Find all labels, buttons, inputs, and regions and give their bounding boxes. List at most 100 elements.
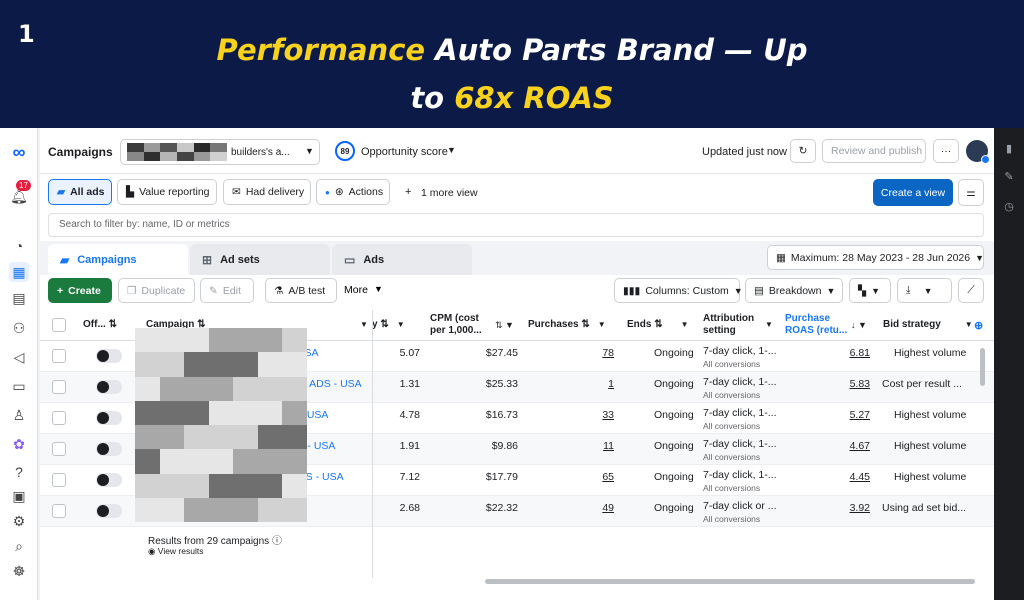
purchases-value[interactable]: 49 bbox=[570, 502, 614, 514]
mosaic-cell bbox=[135, 352, 160, 377]
col-bid-strategy[interactable]: Bid strategy ▼ bbox=[883, 310, 973, 340]
clock-icon[interactable]: ◷ bbox=[1002, 200, 1016, 214]
row-checkbox[interactable] bbox=[52, 380, 66, 394]
breakdown-button[interactable]: ▤ Breakdown ▼ bbox=[745, 278, 843, 303]
actions-button[interactable]: ● ⊛ Actions bbox=[316, 179, 390, 205]
billing-icon[interactable]: ▭ bbox=[9, 376, 29, 396]
ends-value: Ongoing bbox=[654, 471, 694, 483]
sliders-button[interactable]: ⚌ bbox=[958, 179, 984, 206]
account-selector[interactable]: builders's a... ▼ bbox=[120, 139, 320, 165]
duplicate-button[interactable]: ❐ Duplicate bbox=[118, 278, 195, 303]
col-roas[interactable]: Purchase ROAS (retu... bbox=[785, 310, 849, 340]
row-checkbox[interactable] bbox=[52, 442, 66, 456]
bar-chart-icon[interactable]: ▮ bbox=[1002, 142, 1016, 156]
chevron-down-icon[interactable]: ▼ bbox=[360, 320, 368, 329]
document-icon[interactable]: ▤ bbox=[9, 288, 29, 308]
gear-icon[interactable]: ⚙ bbox=[9, 511, 29, 531]
col-ends[interactable]: Ends ⇅ ▼ bbox=[627, 310, 689, 340]
megaphone-icon[interactable]: ◁ bbox=[9, 347, 29, 367]
campaign-toggle[interactable] bbox=[96, 380, 122, 394]
sort-icon: ⇅ bbox=[581, 319, 590, 330]
tab-ads[interactable]: ▭ Ads bbox=[332, 244, 472, 275]
col-offon[interactable]: Off... ⇅ bbox=[83, 310, 117, 340]
frequency-value: 1.31 bbox=[399, 378, 420, 390]
add-column-icon[interactable]: ⊕ bbox=[974, 319, 983, 332]
campaign-toggle[interactable] bbox=[96, 442, 122, 456]
row-checkbox[interactable] bbox=[52, 473, 66, 487]
roas-value[interactable]: 5.27 bbox=[820, 409, 870, 421]
col-attribution[interactable]: Attribution setting bbox=[703, 310, 763, 340]
col-frequency[interactable]: y ⇅ ▼ bbox=[372, 310, 405, 340]
mosaic-cell bbox=[135, 425, 160, 450]
row-checkbox[interactable] bbox=[52, 504, 66, 518]
sort-icon[interactable]: ⇅ ▼ bbox=[495, 320, 514, 331]
purchases-value[interactable]: 1 bbox=[570, 378, 614, 390]
purchases-value[interactable]: 33 bbox=[570, 409, 614, 421]
horizontal-scrollbar[interactable] bbox=[485, 579, 975, 584]
purchases-value[interactable]: 65 bbox=[570, 471, 614, 483]
select-all-checkbox[interactable] bbox=[52, 318, 66, 332]
audience-icon[interactable]: ⚇ bbox=[9, 318, 29, 338]
meta-logo-icon[interactable]: ∞ bbox=[9, 142, 29, 162]
col-cpm[interactable]: CPM (cost per 1,000... bbox=[430, 310, 490, 340]
help-icon[interactable]: ? bbox=[9, 462, 29, 482]
plus-icon[interactable]: + bbox=[405, 186, 411, 198]
campaign-toggle[interactable] bbox=[96, 473, 122, 487]
row-checkbox[interactable] bbox=[52, 349, 66, 363]
columns-button[interactable]: ▮▮▮ Columns: Custom ▼ bbox=[614, 278, 743, 303]
vertical-scrollbar[interactable] bbox=[980, 348, 985, 386]
campaign-toggle[interactable] bbox=[96, 411, 122, 425]
table-icon[interactable]: ▦ bbox=[9, 262, 29, 282]
people-icon[interactable]: ♙ bbox=[9, 405, 29, 425]
attribution-value: 7-day click, 1-... bbox=[703, 345, 777, 357]
gauge-icon[interactable]: ◔ bbox=[9, 236, 29, 256]
reports-button[interactable]: ▚ ▼ bbox=[849, 278, 891, 303]
roas-value[interactable]: 4.67 bbox=[820, 440, 870, 452]
sort-desc-icon[interactable]: ↓ ▼ bbox=[851, 320, 867, 330]
date-range-picker[interactable]: ▦ Maximum: 28 May 2023 - 28 Jun 2026 ▼ bbox=[767, 245, 984, 270]
pencil-icon[interactable]: ✎ bbox=[1002, 170, 1016, 184]
frequency-value: 2.68 bbox=[399, 502, 420, 514]
avatar[interactable] bbox=[966, 140, 990, 164]
chevron-down-icon[interactable]: ▼ bbox=[447, 145, 456, 155]
purchases-value[interactable]: 11 bbox=[570, 440, 614, 452]
bug-icon[interactable]: ☸ bbox=[9, 561, 29, 581]
charts-button[interactable]: ⟋ bbox=[958, 278, 984, 303]
col-purchases[interactable]: Purchases ⇅ ▼ bbox=[528, 310, 606, 340]
sparkle-icon[interactable]: ✿ bbox=[9, 434, 29, 454]
campaign-toggle[interactable] bbox=[96, 349, 122, 363]
create-button[interactable]: + Create bbox=[48, 278, 112, 303]
purchases-value[interactable]: 78 bbox=[570, 347, 614, 359]
roas-value[interactable]: 6.81 bbox=[820, 347, 870, 359]
value-reporting-button[interactable]: ▙ Value reporting bbox=[117, 179, 217, 205]
roas-value[interactable]: 3.92 bbox=[820, 502, 870, 514]
view-results-link[interactable]: ◉ View results bbox=[148, 546, 203, 557]
create-view-button[interactable]: Create a view bbox=[873, 179, 953, 206]
refresh-button[interactable]: ↻ bbox=[790, 139, 816, 163]
news-icon[interactable]: ▣ bbox=[9, 486, 29, 506]
roas-value[interactable]: 5.83 bbox=[820, 378, 870, 390]
had-delivery-button[interactable]: ✉ Had delivery bbox=[223, 179, 311, 205]
search-icon[interactable]: ⌕ bbox=[9, 536, 29, 556]
tab-campaigns[interactable]: ▰ Campaigns bbox=[48, 244, 188, 275]
chevron-down-icon[interactable]: ▼ bbox=[765, 320, 773, 329]
review-publish-button[interactable]: Review and publish bbox=[822, 139, 926, 163]
more-dropdown[interactable]: More ▼ bbox=[344, 284, 383, 296]
row-checkbox[interactable] bbox=[52, 411, 66, 425]
more-views-link[interactable]: 1 more view bbox=[421, 187, 478, 199]
ab-test-button[interactable]: ⚗ A/B test bbox=[265, 278, 337, 303]
table-footer: Results from 29 campaigns ⓘ ◉ View resul… bbox=[40, 528, 994, 578]
export-button[interactable]: ⤓ ▼ bbox=[897, 278, 952, 303]
attribution-sub: All conversions bbox=[703, 483, 761, 493]
mosaic-cell bbox=[233, 376, 258, 401]
roas-value[interactable]: 4.45 bbox=[820, 471, 870, 483]
facebook-badge-icon bbox=[981, 155, 990, 164]
edit-button[interactable]: ✎ Edit bbox=[200, 278, 254, 303]
search-input[interactable]: Search to filter by: name, ID or metrics bbox=[48, 213, 984, 237]
tab-ad-sets[interactable]: ⊞ Ad sets bbox=[190, 244, 330, 275]
campaign-toggle[interactable] bbox=[96, 504, 122, 518]
all-ads-button[interactable]: ▰ All ads bbox=[48, 179, 112, 205]
more-options-button[interactable]: ··· bbox=[933, 139, 959, 163]
mosaic-cell bbox=[257, 497, 283, 522]
opportunity-score-label[interactable]: Opportunity score bbox=[361, 146, 448, 158]
